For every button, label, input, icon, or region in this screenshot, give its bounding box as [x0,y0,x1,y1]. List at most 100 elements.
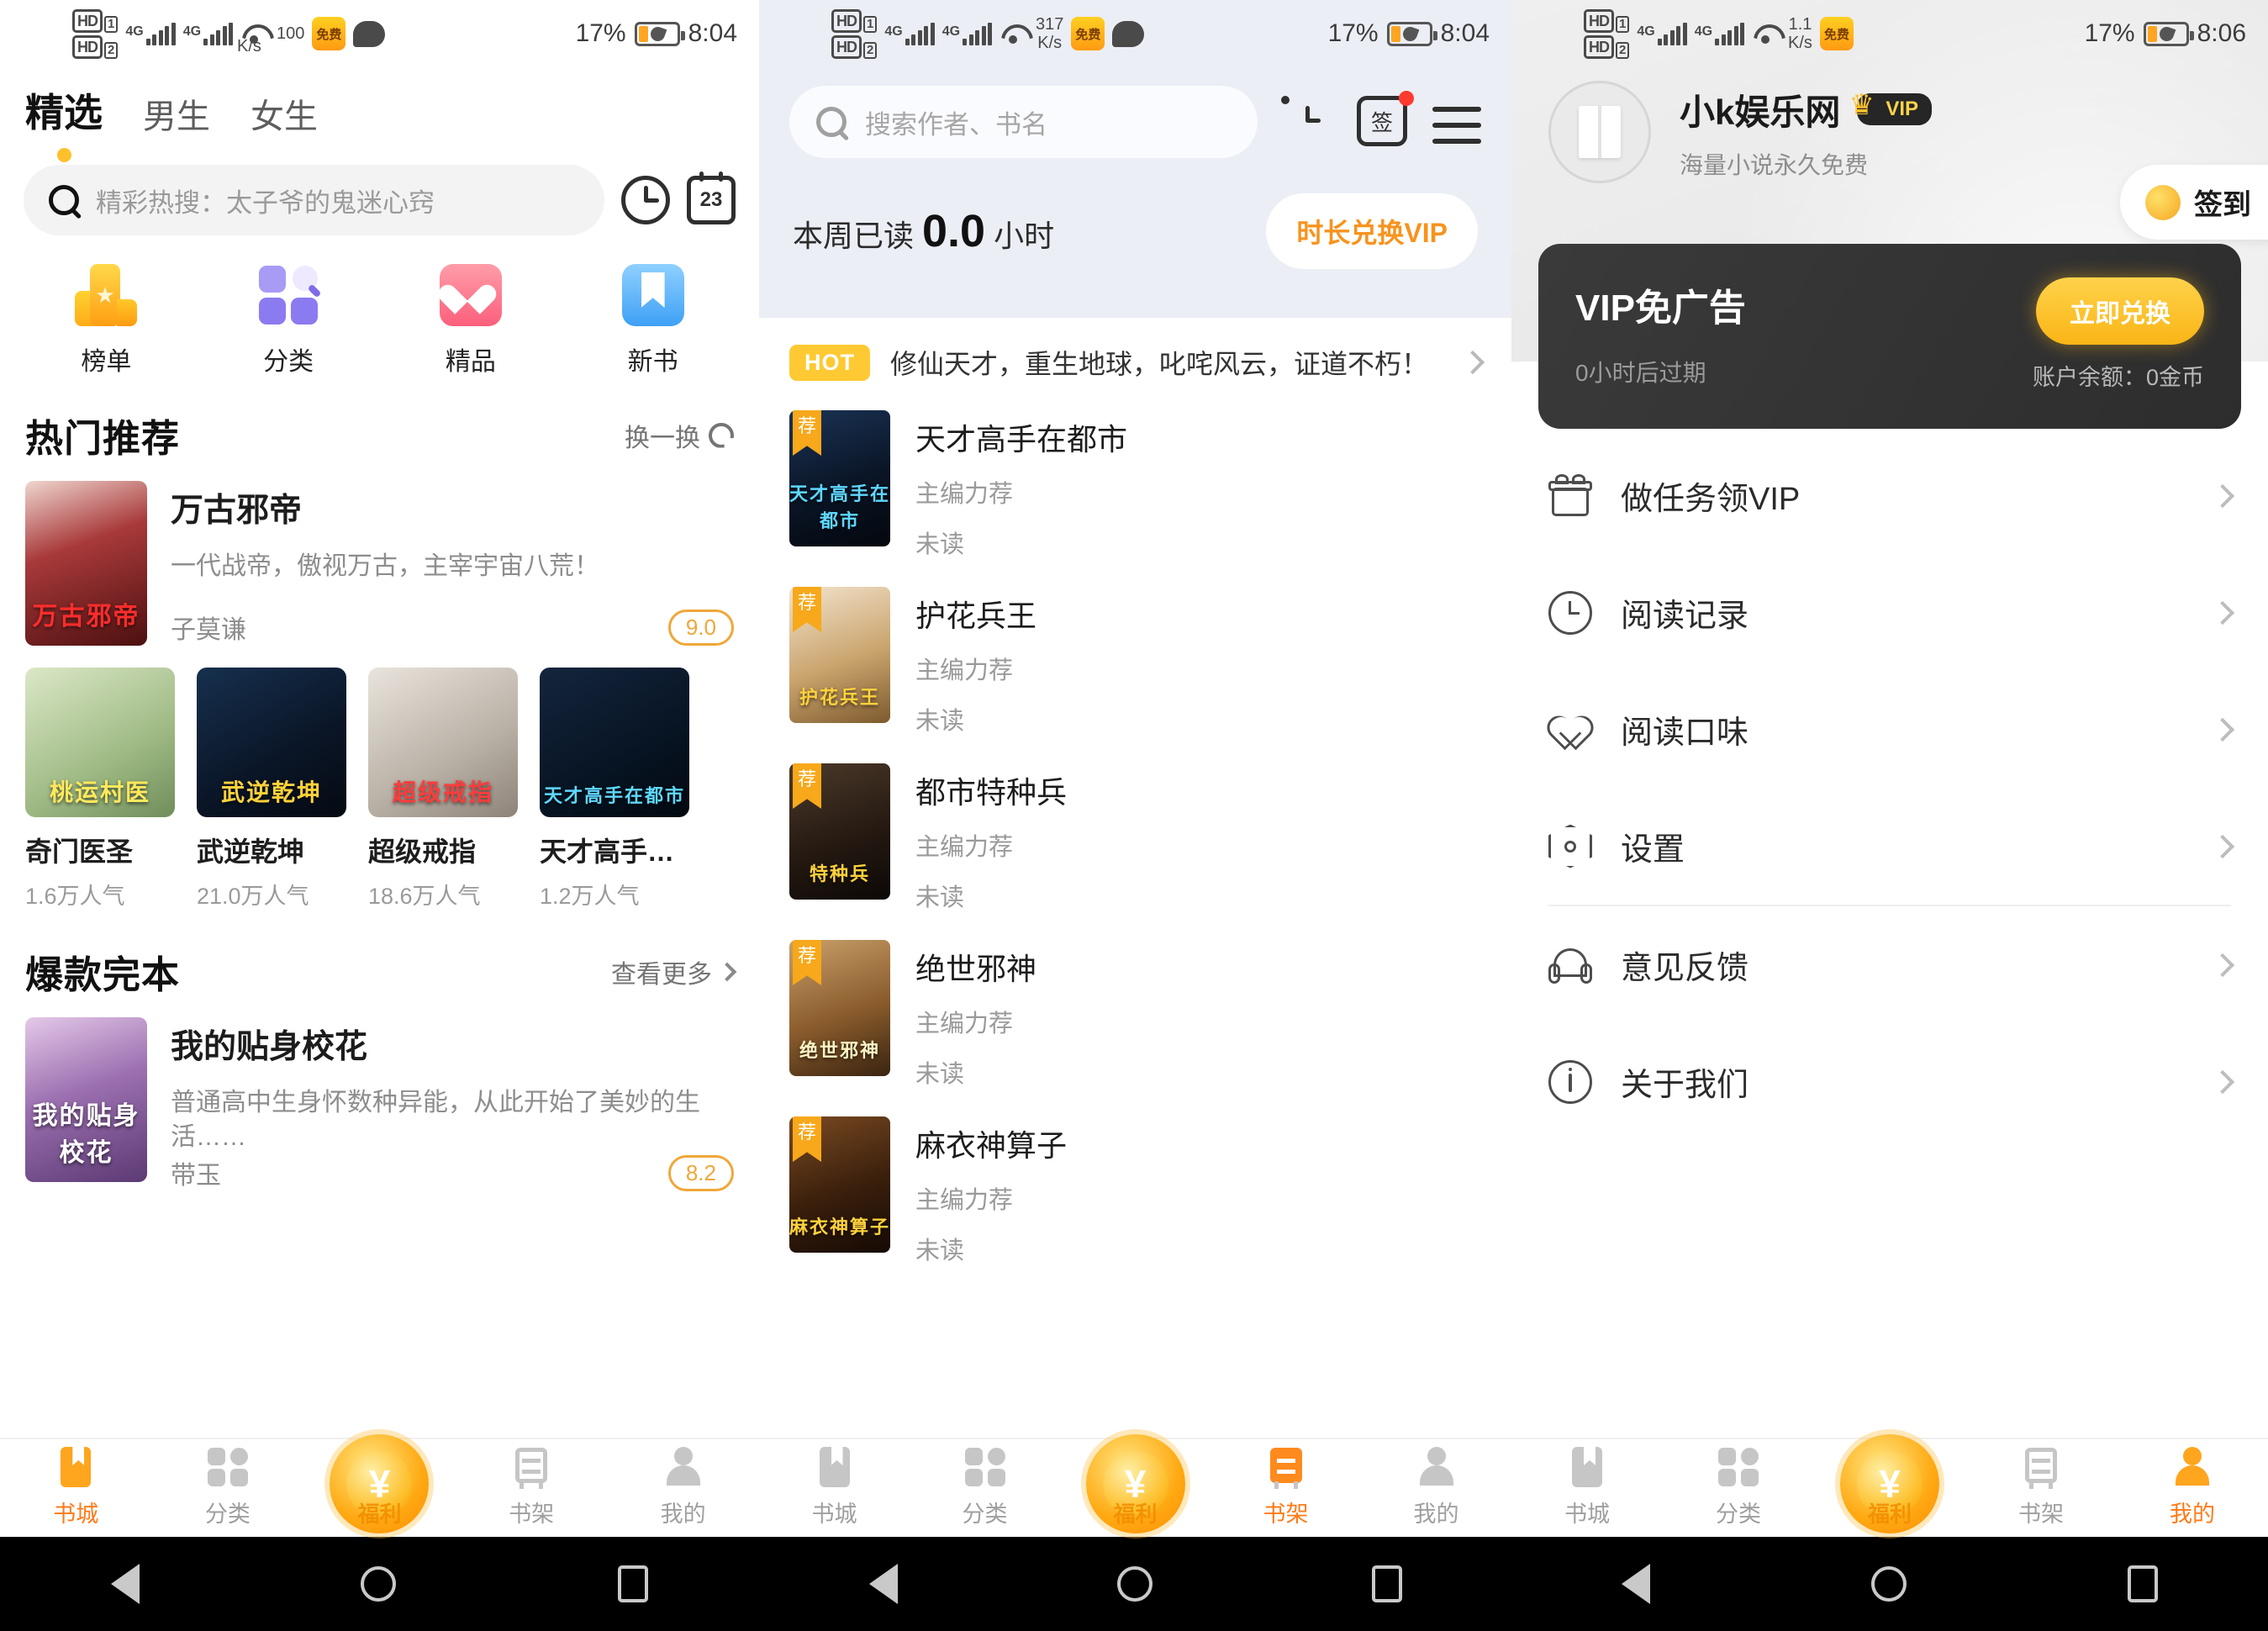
sim-1-number: 1 [863,15,878,33]
menu-item-settings[interactable]: 设置 [1548,788,2235,905]
android-nav-bar-2 [759,1537,1511,1631]
grid-book-item[interactable]: 超级戒指 超级戒指 18.6万人气 [368,668,518,911]
sim-2-number: 2 [1616,41,1630,59]
view-more-button[interactable]: 查看更多 [611,953,737,990]
signal-sim1: 4G [125,22,176,45]
nav-label: 书城 [53,1502,99,1527]
battery-icon-1 [634,21,685,46]
hamburger-menu-icon[interactable] [1432,107,1481,144]
nav-profile[interactable]: 我的 [2117,1445,2268,1528]
nav-bookshelf[interactable]: 书架 [1210,1445,1361,1528]
search-input[interactable]: 搜索作者、书名 [789,86,1258,158]
quick-entry-newbook[interactable]: 新书 [562,264,744,377]
chevron-right-icon [2210,483,2235,508]
book-meta: 万古邪帝 一代战帝，傲视万古，主宰宇宙八荒！ 子莫谦 9.0 [171,481,734,646]
nav-welfare[interactable]: ¥ 福利 [303,1434,456,1533]
book-meta: 天才高手在都市 主编力荐 未读 [915,410,1481,560]
nav-bookshelf[interactable]: 书架 [1965,1445,2117,1528]
quick-entry-rank[interactable]: ★ 榜单 [15,264,198,377]
book-read-state: 未读 [915,884,965,911]
nav-bookstore[interactable]: 书城 [759,1445,910,1528]
book-meta: 护花兵王 主编力荐 未读 [915,587,1481,736]
nav-bookstore[interactable]: 书城 [0,1445,152,1528]
category-icon [257,264,319,326]
menu-item-about[interactable]: 关于我们 [1548,1023,2235,1140]
clock-2: 8:04 [1440,19,1490,47]
back-triangle-icon[interactable] [110,1564,140,1604]
shelf-book-item[interactable]: 特种兵 荐 都市特种兵 主编力荐 未读 [759,750,1511,926]
refresh-hot-button[interactable]: 换一换 [625,417,734,454]
network-speed-3: 1.1 K/s [1788,15,1812,52]
featured-book-complete[interactable]: 我的贴身校花 我的贴身校花 普通高中生身怀数种异能，从此开始了美妙的生活…… 带… [0,1006,759,1191]
menu-item-feedback[interactable]: 意见反馈 [1548,906,2235,1023]
history-clock-icon[interactable] [621,176,670,224]
sim-1-number: 1 [1616,15,1630,33]
search-input[interactable]: 精彩热搜：太子爷的鬼迷心窍 [24,165,604,235]
nav-category[interactable]: 分类 [1663,1445,1814,1528]
history-clock-icon[interactable] [1281,96,1333,148]
menu-item-reading-taste[interactable]: 阅读口味 [1542,671,2235,788]
coin-welfare-icon: ¥ 福利 [1840,1434,1939,1533]
shelf-book-item[interactable]: 护花兵王 荐 护花兵王 主编力荐 未读 [759,573,1511,750]
cover-art: 桃运村医 [25,668,175,817]
recent-square-icon[interactable] [618,1565,649,1602]
avatar[interactable] [1548,81,1651,183]
calendar-icon[interactable]: 23 [687,172,736,224]
nav-bookstore[interactable]: 书城 [1511,1445,1663,1528]
book-cover: 特种兵 荐 [789,763,890,900]
quick-entry-premium[interactable]: 精品 [380,264,562,377]
nav-profile[interactable]: 我的 [1361,1445,1511,1528]
profile-icon [2170,1445,2214,1489]
nav-label: 书架 [509,1502,555,1527]
status-bar-1: HD 1 HD 2 4G 4G 100 K/s 免费 17% 8:04 [0,0,759,67]
nav-profile[interactable]: 我的 [607,1445,759,1528]
tab-jingxuan[interactable]: 精选 [25,82,103,143]
home-circle-icon[interactable] [1870,1566,1907,1602]
menu-label: 阅读口味 [1621,715,1749,751]
quick-entry-category[interactable]: 分类 [198,264,380,377]
grid-book-item[interactable]: 桃运村医 奇门医圣 1.6万人气 [25,668,175,911]
exchange-vip-button[interactable]: 时长兑换VIP [1266,193,1478,269]
nav-welfare[interactable]: ¥ 福利 [1060,1434,1210,1533]
tab-nansheng[interactable]: 男生 [143,89,210,143]
tab-nvsheng[interactable]: 女生 [251,89,318,143]
free-app-badge: 免费 [1071,17,1105,50]
back-triangle-icon[interactable] [868,1564,898,1604]
featured-book-hot[interactable]: 万古邪帝 万古邪帝 一代战帝，傲视万古，主宰宇宙八荒！ 子莫谦 9.0 [0,469,759,646]
profile-block[interactable]: 小k娱乐网 VIP 海量小说永久免费 [1548,81,1933,183]
recent-square-icon[interactable] [2127,1565,2158,1602]
nav-category[interactable]: 分类 [152,1445,304,1528]
cover-art: 超级戒指 [368,668,518,817]
hot-badge: HOT [789,344,870,381]
premium-heart-icon [435,264,502,326]
menu-item-reading-history[interactable]: 阅读记录 [1548,554,2235,671]
grid-book-item[interactable]: 武逆乾坤 武逆乾坤 21.0万人气 [197,668,346,911]
home-circle-icon[interactable] [361,1566,397,1602]
signin-button[interactable]: 签到 [2120,165,2268,240]
book-title: 我的贴身校花 [171,1029,368,1065]
grid-book-item[interactable]: 天才高手在都市 天才高手… 1.2万人气 [540,668,689,911]
home-circle-icon[interactable] [1116,1566,1152,1602]
cover-title-text: 武逆乾坤 [220,779,322,806]
recent-square-icon[interactable] [1371,1565,1402,1602]
book-description: 普通高中生身怀数种异能，从此开始了美妙的生活…… [171,1089,700,1151]
shelf-book-item[interactable]: 天才高手在都市 荐 天才高手在都市 主编力荐 未读 [759,397,1511,573]
shelf-book-item[interactable]: 麻衣神算子 荐 麻衣神算子 主编力荐 未读 [759,1103,1511,1280]
hot-banner[interactable]: HOT 修仙天才，重生地球，叱咤风云，证道不朽！ [759,318,1511,397]
nav-welfare[interactable]: ¥ 福利 [1814,1434,1965,1533]
nav-category[interactable]: 分类 [910,1445,1060,1528]
cover-title-text: 桃运村医 [49,779,150,806]
menu-label: 阅读记录 [1621,599,1749,634]
redeem-now-button[interactable]: 立即兑换 [2036,277,2204,345]
signin-button[interactable]: 签 [1357,91,1414,148]
status-right-1: 17% 8:04 [576,19,737,48]
menu-item-tasks[interactable]: 做任务领VIP [1548,437,2235,554]
hd-label-1: HD [831,8,862,33]
shelf-book-item[interactable]: 绝世邪神 荐 绝世邪神 主编力荐 未读 [759,926,1511,1103]
nav-bookshelf[interactable]: 书架 [456,1445,608,1528]
category-icon [963,1445,1007,1489]
book-cover: 万古邪帝 [25,481,147,646]
back-triangle-icon[interactable] [1622,1564,1651,1604]
